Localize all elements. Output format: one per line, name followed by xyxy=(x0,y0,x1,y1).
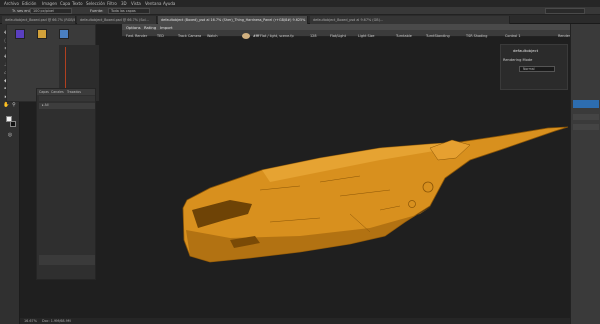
3d-ctl-turntable[interactable]: Turntable xyxy=(396,34,412,38)
3d-panel-tabs: Options Rating Import xyxy=(122,24,570,30)
3d-ctl-color[interactable]: #fff xyxy=(253,34,259,38)
panel-tab-label[interactable]: Trazados xyxy=(67,90,81,94)
3d-ctl-value[interactable]: 128 xyxy=(310,34,316,38)
layers-footer xyxy=(39,255,95,265)
3d-ctl-control[interactable]: Control 1 xyxy=(505,34,521,38)
tab-import[interactable]: Import xyxy=(160,25,173,30)
status-bar: 16.67% Doc: 1.9M/68.9M xyxy=(20,318,570,324)
right-panel-strip xyxy=(570,24,600,324)
object-name: defaultobject xyxy=(513,48,539,53)
tab-rating[interactable]: Rating xyxy=(144,25,156,30)
3d-ctl-flat-light[interactable]: Flat/Light xyxy=(330,34,346,38)
ship-model[interactable] xyxy=(182,126,569,263)
render-settings-panel: defaultobject Rendering Mode Normal xyxy=(500,44,568,90)
color-thumb[interactable] xyxy=(37,29,47,39)
3d-ctl-watch[interactable]: Watch xyxy=(207,34,218,38)
panel-tab-label[interactable]: Capas xyxy=(39,90,49,94)
layers-panel-header: Capas Canales Trazados xyxy=(37,89,95,95)
rendering-mode-label: Rendering Mode xyxy=(503,58,533,62)
layers-panel: Capas Canales Trazados ▸ All xyxy=(36,88,96,280)
zoom-readout[interactable]: 16.67% xyxy=(24,319,37,323)
3d-ctl-light-scene[interactable]: Flat / light, scene.fp xyxy=(260,34,294,38)
rendering-mode-select[interactable]: Normal xyxy=(519,66,555,72)
panel-item[interactable] xyxy=(573,114,599,120)
3d-ctl-track-camera[interactable]: Track Camera xyxy=(178,34,201,38)
doc-size: Doc: 1.9M/68.9M xyxy=(42,319,71,323)
panel-item[interactable] xyxy=(573,124,599,130)
layer-row[interactable]: ▸ All xyxy=(39,103,95,109)
3d-ctl-render[interactable]: Fwd. Render xyxy=(126,34,147,38)
color-thumb[interactable] xyxy=(59,29,69,39)
layers-toolbar xyxy=(39,96,95,101)
material-ball-icon[interactable] xyxy=(242,33,250,39)
zoom-tool-icon[interactable]: ⚲ xyxy=(11,102,17,108)
selected-panel-item[interactable] xyxy=(573,100,599,108)
background-color-swatch[interactable] xyxy=(10,121,16,127)
ps-logo-icon xyxy=(15,29,25,39)
tab-options[interactable]: Options xyxy=(126,25,141,30)
panel-tab-label[interactable]: Canales xyxy=(51,90,64,94)
3d-ctl-ted[interactable]: TED xyxy=(157,34,164,38)
3d-ctl-light-size[interactable]: Light Size xyxy=(358,34,375,38)
3d-ctl-tsr-shading[interactable]: TSR Shading xyxy=(466,34,487,38)
3d-ctl-turnt-standing[interactable]: TurntStanding xyxy=(426,34,450,38)
hand-tool-icon[interactable]: ✋ xyxy=(3,102,9,108)
render-button[interactable]: Render xyxy=(558,34,570,38)
quick-mask-icon[interactable]: ◎ xyxy=(7,132,13,138)
